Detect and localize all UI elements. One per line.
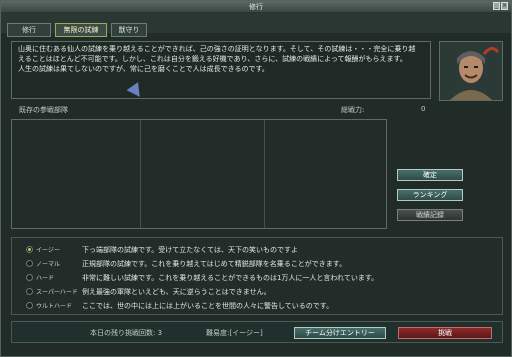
ranking-button[interactable]: ランキング <box>397 189 463 201</box>
difficulty-desc: 例え最強の軍隊といえども、天に逆らうことはできません。 <box>82 288 271 296</box>
close-button[interactable]: × <box>501 2 508 10</box>
unit-list <box>11 119 387 229</box>
difficulty-name: ハード <box>36 275 55 282</box>
titlebar: 修行 _ × <box>1 1 511 13</box>
difficulty-radio-normal[interactable] <box>26 260 33 267</box>
history-button[interactable]: 戦績記録 <box>397 209 463 221</box>
challenge-button[interactable]: 挑戦 <box>398 327 492 339</box>
confirm-button[interactable]: 確定 <box>397 169 463 181</box>
difficulty-radio-super-hard[interactable] <box>26 288 33 295</box>
current-units-label: 既存の参戦部隊 <box>19 106 68 114</box>
difficulty-desc: 下っ端部隊の試練です。受けて立たなくては、天下の笑いものですよ <box>82 246 298 254</box>
description-panel: 山奥に住むある仙人の試練を乗り越えることができれば、己の強さの証明となります。そ… <box>11 41 431 99</box>
description-line: 山奥に住むある仙人の試練を乗り越えることができれば、己の強さの証明となります。そ… <box>18 45 416 53</box>
tab-bar: 修行 無限の試練 獣守り <box>1 13 511 37</box>
tab-infinite-trial[interactable]: 無限の試練 <box>55 23 107 37</box>
tab-training[interactable]: 修行 <box>7 23 51 37</box>
total-power-label: 総戦力: <box>341 106 365 114</box>
tab-beast-guard[interactable]: 獣守り <box>111 23 147 37</box>
description-line: 人生の試練は果てしないのですが、常に己を磨くことで人は成長できるのです。 <box>18 65 269 73</box>
list-column-divider <box>140 120 141 228</box>
dialog-window: 修行 _ × 修行 無限の試練 獣守り 山奥に住むある仙人の試練を乗り越えること… <box>0 0 512 357</box>
difficulty-radio-easy[interactable] <box>26 246 33 253</box>
selected-difficulty-label: 難易度:[イージー] <box>206 329 263 337</box>
description-line: えることはほとんど不可能です。しかし、これは自分を鍛える好機であり、さらに、試練… <box>18 55 407 63</box>
difficulty-name: イージー <box>36 247 60 254</box>
team-entry-button[interactable]: チーム分けエントリー <box>294 327 386 339</box>
difficulty-name: ノーマル <box>36 261 61 268</box>
difficulty-radio-ultra-hard[interactable] <box>26 302 33 309</box>
difficulty-radio-hard[interactable] <box>26 274 33 281</box>
difficulty-name: ウルトハード <box>36 303 73 310</box>
list-column-divider <box>264 120 265 228</box>
difficulty-desc: 非常に難しい試練です。これを乗り越えることができるものは1万人に一人と言われてい… <box>82 274 379 282</box>
sage-portrait <box>439 41 503 101</box>
difficulty-desc: ここでは、世の中には上には上がいることを世間の人々に警告しているのです。 <box>82 302 334 310</box>
footer-bar: 本日の残り挑戦回数: 3 難易度:[イージー] チーム分けエントリー 挑戦 <box>11 321 503 343</box>
difficulty-name: スーパーハード <box>36 289 78 296</box>
minimize-button[interactable]: _ <box>493 2 500 10</box>
window-title: 修行 <box>249 3 263 11</box>
remaining-attempts-label: 本日の残り挑戦回数: 3 <box>90 329 163 337</box>
difficulty-panel: イージー 下っ端部隊の試練です。受けて立たなくては、天下の笑いものですよ ノーマ… <box>11 237 503 315</box>
description-text: 山奥に住むある仙人の試練を乗り越えることができれば、己の強さの証明となります。そ… <box>18 44 426 74</box>
total-power-value: 0 <box>421 105 426 113</box>
difficulty-desc: 正規部隊の試練です。これを乗り越えてはじめて精鋭部隊を名乗ることができます。 <box>82 260 347 268</box>
warrior-portrait-icon <box>440 42 502 100</box>
